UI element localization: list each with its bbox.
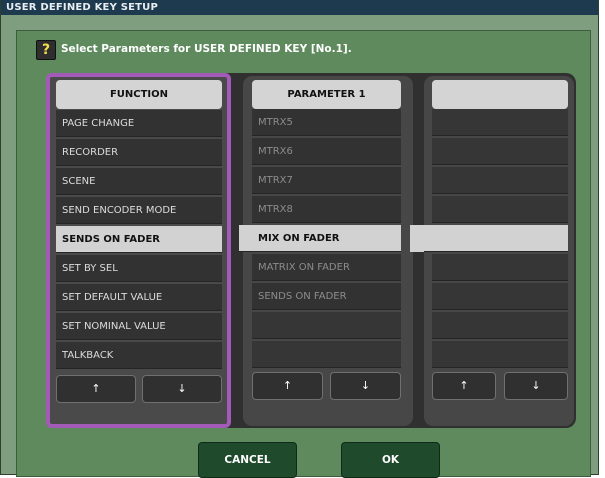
parameter2-item[interactable] bbox=[432, 109, 568, 136]
parameter2-item[interactable] bbox=[432, 312, 568, 339]
function-scroll-down-button[interactable]: ↓ bbox=[142, 375, 222, 403]
parameter2-item[interactable] bbox=[432, 341, 568, 368]
parameter1-item[interactable]: SENDS ON FADER bbox=[252, 283, 401, 310]
arrow-down-icon: ↓ bbox=[531, 379, 541, 392]
arrow-up-icon: ↑ bbox=[91, 382, 101, 395]
parameter2-item-selected[interactable] bbox=[424, 225, 568, 252]
parameter1-scroll-up-button[interactable]: ↑ bbox=[252, 372, 323, 400]
parameter2-item[interactable] bbox=[432, 196, 568, 223]
function-item-recorder[interactable]: RECORDER bbox=[56, 139, 222, 166]
parameter1-item[interactable]: MTRX7 bbox=[252, 167, 401, 194]
selection-connector bbox=[410, 225, 424, 252]
parameter1-item[interactable]: MATRIX ON FADER bbox=[252, 254, 401, 281]
parameter1-scroll-down-button[interactable]: ↓ bbox=[330, 372, 401, 400]
function-item-page-change[interactable]: PAGE CHANGE bbox=[56, 110, 222, 137]
window-title: USER DEFINED KEY SETUP bbox=[1, 0, 598, 15]
parameter1-item[interactable] bbox=[252, 312, 401, 339]
ok-button[interactable]: OK bbox=[341, 442, 440, 478]
function-item-scene[interactable]: SCENE bbox=[56, 168, 222, 195]
parameter2-scroll-up-button[interactable]: ↑ bbox=[432, 372, 496, 400]
parameter-lists-frame: FUNCTION PAGE CHANGE RECORDER SCENE SEND… bbox=[46, 73, 576, 428]
function-scroll-up-button[interactable]: ↑ bbox=[56, 375, 136, 403]
function-item-talkback[interactable]: TALKBACK bbox=[56, 342, 222, 369]
user-defined-key-setup-window: USER DEFINED KEY SETUP ? Select Paramete… bbox=[0, 0, 599, 478]
setup-dialog: ? Select Parameters for USER DEFINED KEY… bbox=[16, 30, 591, 478]
parameter1-item-selected[interactable]: MIX ON FADER bbox=[239, 225, 401, 252]
function-item-sends-on-fader[interactable]: SENDS ON FADER bbox=[56, 226, 222, 253]
arrow-down-icon: ↓ bbox=[360, 379, 371, 392]
parameter1-item[interactable]: MTRX5 bbox=[252, 109, 401, 136]
parameter2-item[interactable] bbox=[432, 138, 568, 165]
cancel-button[interactable]: CANCEL bbox=[198, 442, 297, 478]
arrow-up-icon: ↑ bbox=[282, 379, 293, 392]
parameter2-item[interactable] bbox=[432, 167, 568, 194]
function-list: FUNCTION PAGE CHANGE RECORDER SCENE SEND… bbox=[46, 73, 231, 428]
parameter2-scroll-down-button[interactable]: ↓ bbox=[504, 372, 568, 400]
arrow-up-icon: ↑ bbox=[459, 379, 469, 392]
arrow-down-icon: ↓ bbox=[177, 382, 187, 395]
question-icon[interactable]: ? bbox=[36, 40, 56, 60]
parameter2-item[interactable] bbox=[432, 254, 568, 281]
parameter1-header: PARAMETER 1 bbox=[252, 80, 401, 109]
parameter1-item[interactable]: MTRX6 bbox=[252, 138, 401, 165]
parameter2-item[interactable] bbox=[432, 283, 568, 310]
instruction-text: Select Parameters for USER DEFINED KEY [… bbox=[61, 43, 352, 55]
parameter1-list: PARAMETER 1 MTRX5 MTRX6 MTRX7 MTRX8 MIX … bbox=[239, 76, 413, 426]
parameter1-item[interactable]: MTRX8 bbox=[252, 196, 401, 223]
function-header: FUNCTION bbox=[56, 80, 222, 109]
function-item-send-encoder-mode[interactable]: SEND ENCODER MODE bbox=[56, 197, 222, 224]
parameter1-item[interactable] bbox=[252, 341, 401, 368]
parameter2-header bbox=[432, 80, 568, 109]
function-item-set-by-sel[interactable]: SET BY SEL bbox=[56, 255, 222, 282]
parameter2-list: ↑ ↓ bbox=[424, 76, 574, 426]
function-item-set-nominal-value[interactable]: SET NOMINAL VALUE bbox=[56, 313, 222, 340]
function-item-set-default-value[interactable]: SET DEFAULT VALUE bbox=[56, 284, 222, 311]
